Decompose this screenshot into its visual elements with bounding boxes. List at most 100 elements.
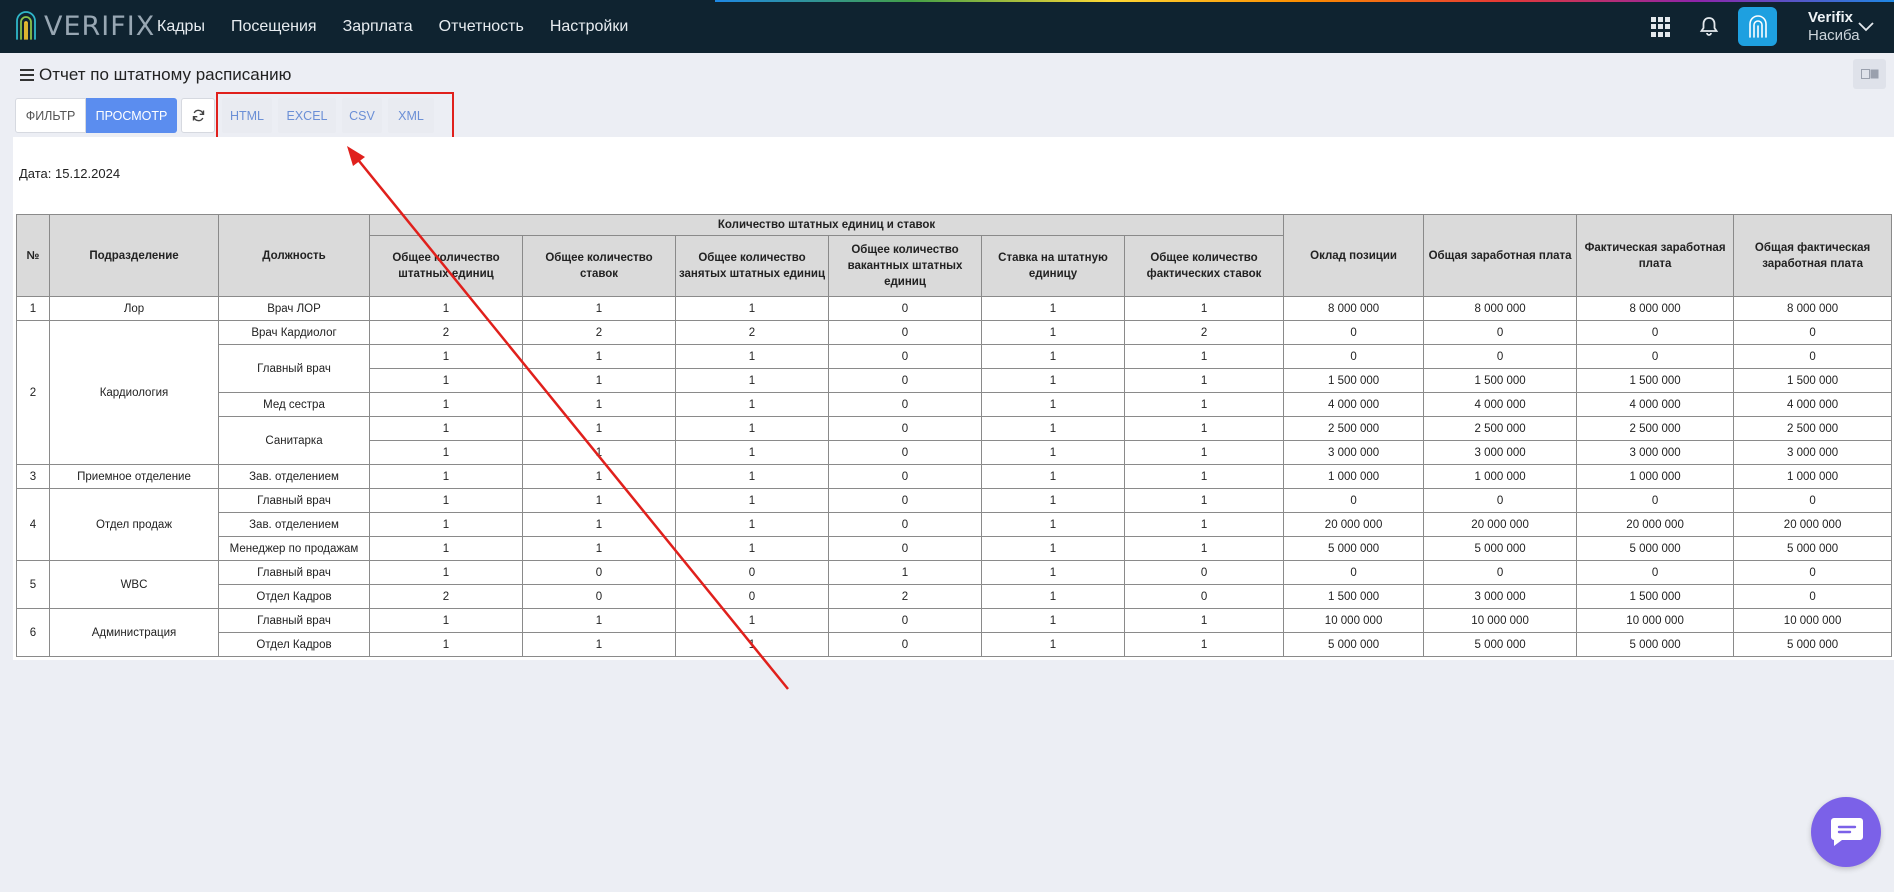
avatar[interactable] [1738,7,1777,46]
cell-value: 1 500 000 [1283,584,1425,609]
cell-value: 1 [675,368,829,393]
cell-value: 0 [828,464,982,489]
cell-division: Отдел продаж [49,488,219,561]
cell-value: 1 [369,344,523,369]
cell-value: 2 [369,320,523,345]
nav-item-reports[interactable]: Отчетность [439,18,524,36]
cell-value: 0 [1283,320,1425,345]
cell-value: 1 500 000 [1576,368,1735,393]
cell-value: 1 [1123,344,1285,369]
header-salary: Оклад позиции [1283,214,1425,297]
apps-grid-icon[interactable] [1651,17,1671,37]
cell-value: 1 000 000 [1423,464,1578,489]
cell-value: 1 [675,392,829,417]
cell-value: 0 [1733,320,1893,345]
user-menu[interactable]: Verifix Насиба [1808,9,1860,45]
cell-value: 1 [369,608,523,633]
cell-value: 5 000 000 [1423,632,1578,657]
chat-button[interactable] [1811,797,1881,867]
cell-value: 1 [1123,488,1285,513]
translate-toggle-button[interactable] [1853,59,1886,89]
refresh-button[interactable] [181,98,215,133]
chevron-down-icon[interactable] [1858,22,1874,32]
nav-item-attendance[interactable]: Посещения [231,18,317,36]
cell-value: 10 000 000 [1576,608,1735,633]
table-row: 6 Администрация Главный врач 1 1 1 0 1 1 10 000 0… [16,608,1893,657]
nav-item-payroll[interactable]: Зарплата [343,18,413,36]
staffing-table: № Подразделение Должность Количество шта… [16,214,1893,657]
logo[interactable]: VERIFIX [14,9,155,43]
bell-icon[interactable] [1698,15,1720,37]
header-total-salary: Общая заработная плата [1423,214,1578,297]
cell-value: 1 [522,464,676,489]
cell-value: 1 [369,488,523,513]
cell-value: 1 [522,440,676,465]
cell-value: 4 000 000 [1283,392,1425,417]
table-row: Мед сестра 1 1 1 0 1 1 4 000 000 4 000 000 4 000 … [17,392,1893,417]
cell-value: 1 [1123,440,1285,465]
cell-position: Зав. отделением [218,464,370,489]
cell-value: 1 [1123,632,1285,657]
cell-value: 2 [522,320,676,345]
table-row: Отдел Кадров 2 0 0 2 1 0 1 500 000 3 000 000 1 50… [17,584,1893,609]
cell-value: 1 [981,608,1125,633]
cell-value: 1 [369,440,523,465]
cell-value: 3 000 000 [1423,440,1578,465]
table-row: 3 Приемное отделение Зав. отделением 1 1 1 0 1 1… [16,464,1893,489]
cell-value: 1 [675,608,829,633]
cell-value: 1 [981,632,1125,657]
cell-num: 3 [16,464,50,489]
filter-button[interactable]: ФИЛЬТР [15,98,86,133]
cell-value: 1 [981,320,1125,345]
cell-value: 1 [1123,536,1285,561]
cell-value: 0 [1423,560,1578,585]
view-button[interactable]: ПРОСМОТР [86,98,177,133]
cell-value: 0 [828,296,982,321]
fingerprint-icon [1748,14,1767,38]
cell-value: 1 [981,584,1125,609]
cell-value: 1 [675,512,829,537]
cell-position: Врач ЛОР [218,296,370,321]
cell-value: 0 [1576,488,1735,513]
cell-value: 2 500 000 [1576,416,1735,441]
cell-value: 1 [369,392,523,417]
cell-value: 0 [1733,560,1893,585]
cell-num: 5 [16,560,50,609]
cell-value: 2 500 000 [1283,416,1425,441]
cell-position: Отдел Кадров [218,584,370,609]
cell-value: 0 [1733,488,1893,513]
table-row: 2 Кардиология Врач Кардиолог 2 2 2 0 1 2 0 0 0 0 [16,320,1893,465]
cell-value: 0 [1283,560,1425,585]
cell-value: 1 [369,632,523,657]
cell-value: 0 [675,584,829,609]
chat-icon [1831,818,1863,846]
top-navbar: VERIFIX Кадры Посещения Зарплата Отчетно… [0,0,1894,53]
header-num: № [16,214,50,297]
cell-value: 1 [1123,368,1285,393]
cell-value: 1 [522,608,676,633]
cell-division: Приемное отделение [49,464,219,489]
cell-value: 1 [981,392,1125,417]
cell-value: 1 [522,416,676,441]
cell-value: 5 000 000 [1283,536,1425,561]
cell-position: Мед сестра [218,392,370,417]
cell-value: 1 [369,560,523,585]
cell-value: 1 [981,512,1125,537]
cell-value: 1 [1123,296,1285,321]
table-row: Менеджер по продажам 1 1 1 0 1 1 5 000 000 5 000… [17,536,1893,561]
page-title: Отчет по штатному расписанию [39,65,292,84]
cell-value: 10 000 000 [1283,608,1425,633]
cell-value: 0 [522,560,676,585]
cell-value: 1 [675,488,829,513]
cell-value: 4 000 000 [1576,392,1735,417]
cell-value: 0 [1576,560,1735,585]
nav-item-settings[interactable]: Настройки [550,18,628,36]
menu-icon[interactable] [20,69,34,81]
cell-value: 0 [675,560,829,585]
table-row: Санитарка 1 1 1 0 1 1 2 500 000 2 500 000 2 500 0… [17,416,1893,465]
cell-value: 1 [1123,608,1285,633]
nav-item-staff[interactable]: Кадры [157,18,205,36]
main-nav: Кадры Посещения Зарплата Отчетность Наст… [157,0,654,53]
cell-value: 0 [828,608,982,633]
cell-value: 0 [1576,320,1735,345]
